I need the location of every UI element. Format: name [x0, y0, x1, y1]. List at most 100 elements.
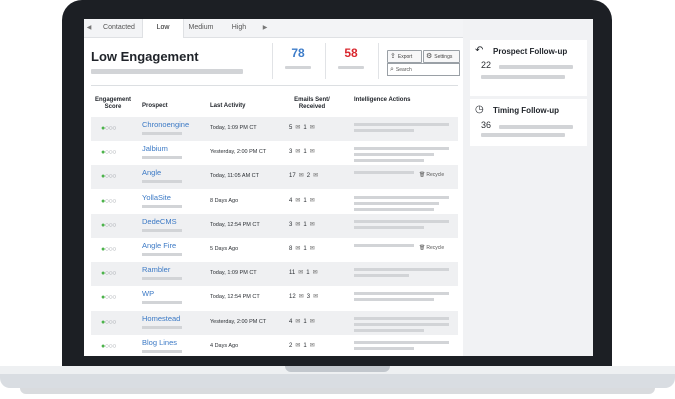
reply-icon: ↶ — [475, 45, 484, 56]
intelligence-action-placeholder — [354, 346, 414, 350]
recycle-button[interactable]: 🗑Recycle — [419, 245, 444, 251]
prospect-link[interactable]: YollaSite — [142, 193, 171, 202]
card-text-placeholder — [499, 125, 573, 129]
intelligence-action-placeholder — [354, 322, 449, 326]
column-header-score: Engagement Score — [94, 97, 131, 110]
table-row[interactable]: ●○○○ Chronoengine Today, 1:09 PM CT 5 ✉ 1 ✉ — [91, 117, 458, 141]
search-icon: ⌕ — [390, 66, 394, 73]
tab-prev-arrow-icon[interactable]: ◀ — [84, 19, 94, 37]
emails-received-count: 1 — [303, 246, 307, 252]
tab-next-arrow-icon[interactable]: ▶ — [260, 19, 270, 37]
emails-sent-count: 12 — [289, 294, 296, 301]
envelope-received-icon: ✉ — [309, 318, 315, 325]
trash-icon: 🗑 — [419, 172, 426, 179]
prospect-link[interactable]: Chronoengine — [142, 120, 189, 129]
intelligence-action-placeholder — [354, 159, 424, 163]
emails-sent-received: 8 ✉ 1 ✉ — [289, 245, 315, 252]
envelope-received-icon: ✉ — [309, 246, 315, 252]
emails-sent-received: 11 ✉ 1 ✉ — [289, 269, 318, 276]
prospect-subtext-placeholder — [142, 277, 182, 281]
table-row[interactable]: ●○○○ WP Today, 12:54 PM CT 12 ✉ 3 ✉ — [91, 286, 458, 310]
header-divider — [378, 43, 379, 79]
prospect-link[interactable]: Angle Fire — [142, 241, 176, 250]
table-row[interactable]: ●○○○ Angle Today, 11:05 AM CT 17 ✉ 2 ✉ 🗑Recycle — [91, 165, 458, 190]
intelligence-action-placeholder — [354, 244, 414, 247]
timing-followup-card[interactable]: ◷ Timing Follow-up 36 — [470, 99, 587, 146]
emails-sent-count: 11 — [289, 270, 296, 277]
intelligence-action-placeholder — [354, 129, 414, 132]
settings-button[interactable]: ⚙ Settings — [423, 50, 460, 63]
prospect-subtext-placeholder — [142, 204, 182, 208]
prospect-link[interactable]: DedeCMS — [142, 217, 177, 226]
emails-sent-count: 2 — [289, 342, 293, 349]
stat-label-placeholder — [338, 66, 364, 69]
main-panel: ◀ Contacted Low Medium High ▶ Low Engage… — [84, 19, 463, 356]
emails-sent-count: 8 — [289, 246, 293, 252]
engagement-score-dots: ●○○○ — [101, 246, 116, 253]
last-activity: 8 Days Ago — [210, 197, 239, 204]
emails-sent-received: 17 ✉ 2 ✉ — [289, 172, 318, 179]
envelope-received-icon: ✉ — [312, 270, 318, 277]
engagement-score-dots: ●○○○ — [101, 318, 116, 326]
emails-received-count: 1 — [303, 197, 307, 204]
envelope-sent-icon: ✉ — [295, 318, 301, 325]
envelope-sent-icon: ✉ — [298, 294, 304, 301]
table-row[interactable]: ●○○○ Homestead Yesterday, 2:00 PM CT 4 ✉ 1 ✉ — [91, 310, 458, 335]
recycle-label: Recycle — [426, 172, 445, 179]
table-row[interactable]: ●○○○ Angle Fire 5 Days Ago 8 ✉ 1 ✉ 🗑Recycle — [91, 238, 458, 262]
prospect-link[interactable]: Blog Lines — [142, 338, 177, 347]
last-activity: 5 Days Ago — [210, 246, 239, 252]
envelope-sent-icon: ✉ — [295, 342, 301, 349]
gear-icon: ⚙ — [426, 53, 433, 60]
last-activity: Today, 12:54 PM CT — [210, 294, 260, 301]
emails-sent-received: 3 ✉ 1 ✉ — [289, 221, 315, 228]
recycle-label: Recycle — [426, 245, 445, 251]
table-row[interactable]: ●○○○ Blog Lines 4 Days Ago 2 ✉ 1 ✉ — [91, 335, 458, 356]
table-row[interactable]: ●○○○ Jalbium Yesterday, 2:00 PM CT 3 ✉ 1 ✉ — [91, 141, 458, 165]
intelligence-action-placeholder — [354, 195, 449, 199]
envelope-sent-icon: ✉ — [295, 149, 301, 156]
envelope-received-icon: ✉ — [309, 149, 315, 156]
intelligence-action-placeholder — [354, 201, 439, 205]
prospect-link[interactable]: WP — [142, 289, 154, 298]
intelligence-action-placeholder — [354, 274, 409, 278]
emails-sent-count: 4 — [289, 197, 293, 204]
tab-contacted[interactable]: Contacted — [96, 19, 142, 37]
last-activity: 4 Days Ago — [210, 342, 239, 349]
prospect-link[interactable]: Jalbium — [142, 144, 168, 153]
prospect-followup-title: Prospect Follow-up — [493, 47, 568, 56]
prospect-followup-card[interactable]: ↶ Prospect Follow-up 22 — [470, 40, 587, 96]
intelligence-action-placeholder — [354, 268, 449, 272]
table-row[interactable]: ●○○○ Rambler Today, 1:09 PM CT 11 ✉ 1 ✉ — [91, 262, 458, 287]
tab-bar: ◀ Contacted Low Medium High ▶ — [84, 19, 463, 38]
prospect-followup-count: 22 — [481, 60, 492, 70]
prospect-subtext-placeholder — [142, 156, 182, 160]
tab-medium[interactable]: Medium — [182, 19, 220, 37]
tab-low[interactable]: Low — [142, 19, 184, 38]
prospect-link[interactable]: Angle — [142, 168, 161, 177]
export-button[interactable]: ⇪ Export — [387, 50, 422, 63]
envelope-sent-icon: ✉ — [295, 197, 301, 204]
intelligence-action-placeholder — [354, 225, 424, 229]
recycle-button[interactable]: 🗑Recycle — [419, 172, 444, 178]
prospect-subtext-placeholder — [142, 132, 182, 135]
export-icon: ⇪ — [390, 53, 396, 60]
envelope-received-icon: ✉ — [309, 197, 315, 204]
header-divider-line — [91, 85, 458, 86]
table-row[interactable]: ●○○○ YollaSite 8 Days Ago 4 ✉ 1 ✉ — [91, 190, 458, 214]
table-row[interactable]: ●○○○ DedeCMS Today, 12:54 PM CT 3 ✉ 1 ✉ — [91, 213, 458, 238]
emails-received-count: 1 — [303, 149, 307, 156]
intelligence-action-placeholder — [354, 328, 424, 332]
emails-sent-count: 4 — [289, 318, 293, 325]
emails-sent-count: 17 — [289, 173, 296, 180]
stat-count-blue: 78 — [291, 46, 305, 60]
tab-high[interactable]: High — [220, 19, 258, 37]
last-activity: Yesterday, 2:00 PM CT — [210, 318, 267, 325]
envelope-received-icon: ✉ — [309, 125, 315, 131]
prospect-link[interactable]: Homestead — [142, 314, 180, 323]
search-input[interactable]: ⌕ Search — [387, 63, 460, 76]
engagement-score-dots: ●○○○ — [101, 197, 116, 205]
prospect-subtext-placeholder — [142, 325, 182, 329]
prospect-link[interactable]: Rambler — [142, 265, 170, 274]
header-divider — [272, 43, 273, 79]
